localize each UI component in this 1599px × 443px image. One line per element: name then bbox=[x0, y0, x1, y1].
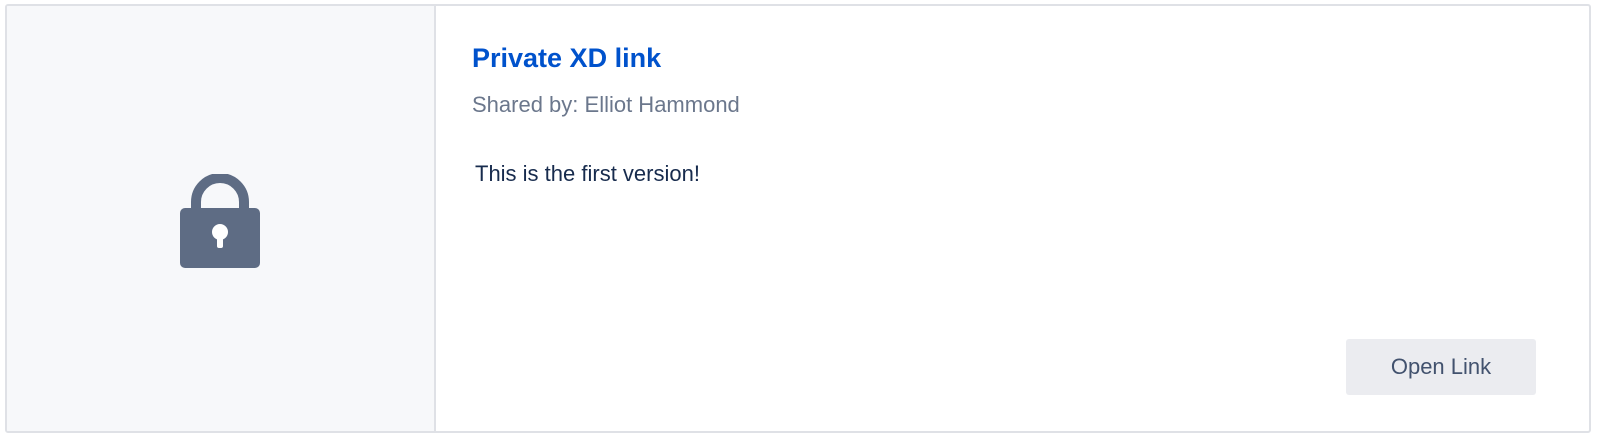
link-card-content: Private XD link Shared by: Elliot Hammon… bbox=[436, 6, 1589, 431]
link-thumbnail bbox=[7, 6, 436, 431]
open-link-button[interactable]: Open Link bbox=[1346, 339, 1536, 395]
link-title[interactable]: Private XD link bbox=[472, 43, 661, 74]
shared-by-text: Shared by: Elliot Hammond bbox=[472, 92, 740, 117]
link-description: This is the first version! bbox=[475, 161, 700, 186]
lock-icon bbox=[180, 174, 260, 268]
link-card: Private XD link Shared by: Elliot Hammon… bbox=[5, 4, 1591, 433]
